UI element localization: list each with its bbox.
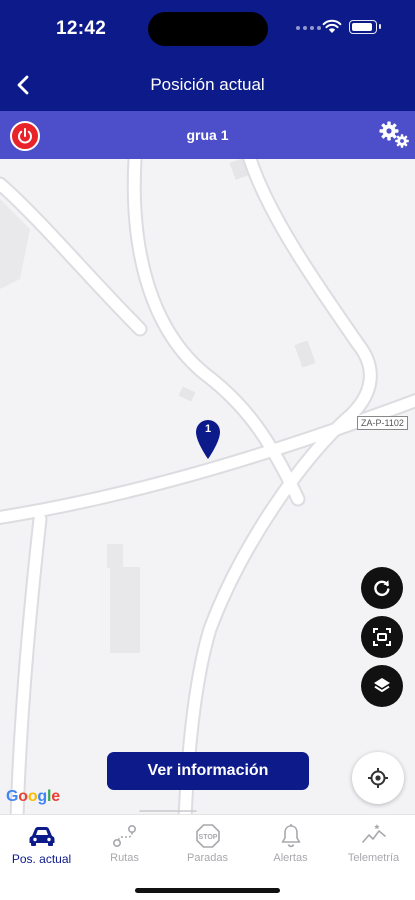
attribution-letter: o <box>18 788 28 805</box>
wifi-icon <box>322 19 342 33</box>
home-indicator[interactable] <box>135 888 280 893</box>
vehicle-name: grua 1 <box>186 127 229 143</box>
tab-label: Rutas <box>110 852 139 864</box>
map-view[interactable]: ZA-P-1102 1 <box>0 159 415 814</box>
attribution-letter: g <box>37 788 47 805</box>
tab-alertas[interactable]: Alertas <box>249 815 332 871</box>
bell-icon <box>281 824 300 848</box>
attribution-letter: e <box>51 788 60 805</box>
refresh-button[interactable] <box>361 567 403 609</box>
fit-screen-icon <box>373 628 391 646</box>
tab-label: Telemetría <box>347 852 400 864</box>
google-attribution: Google <box>6 788 60 806</box>
attribution-letter: G <box>6 788 19 805</box>
tab-telemetria[interactable]: Telemetría <box>332 815 415 871</box>
battery-level <box>352 23 372 31</box>
dynamic-island <box>148 12 268 46</box>
map-roads <box>0 159 415 814</box>
svg-text:STOP: STOP <box>198 834 217 841</box>
vehicle-bar: grua 1 <box>0 111 415 159</box>
refresh-icon <box>374 580 390 596</box>
marker-number: 1 <box>204 423 212 435</box>
layers-icon <box>374 678 390 692</box>
settings-gears-icon[interactable] <box>378 120 410 150</box>
tab-paradas[interactable]: STOP Paradas <box>166 815 249 871</box>
stop-icon: STOP <box>195 824 220 848</box>
crosshair-icon <box>368 768 388 788</box>
fit-bounds-button[interactable] <box>361 616 403 658</box>
vehicle-marker[interactable]: 1 <box>194 418 222 460</box>
attribution-letter: o <box>27 788 38 805</box>
tab-label: Paradas <box>187 852 228 864</box>
page-title: Posición actual <box>150 75 265 94</box>
view-info-button[interactable]: Ver información <box>107 752 309 790</box>
tab-label: Alertas <box>273 852 308 864</box>
tab-rutas[interactable]: Rutas <box>83 815 166 871</box>
signal-icon <box>296 26 321 30</box>
battery-icon <box>349 20 381 34</box>
my-location-button[interactable] <box>352 752 404 804</box>
car-icon <box>29 827 54 846</box>
tab-label: Pos. actual <box>11 852 72 866</box>
route-icon <box>112 824 136 848</box>
status-bar: 12:42 <box>0 0 415 60</box>
status-time: 12:42 <box>56 18 107 39</box>
nav-bar: Posición actual <box>0 60 415 111</box>
road-label: ZA-P-1102 <box>357 416 408 430</box>
tab-pos-actual[interactable]: Pos. actual <box>0 815 83 871</box>
telemetry-icon <box>361 824 386 843</box>
layers-button[interactable] <box>361 665 403 707</box>
